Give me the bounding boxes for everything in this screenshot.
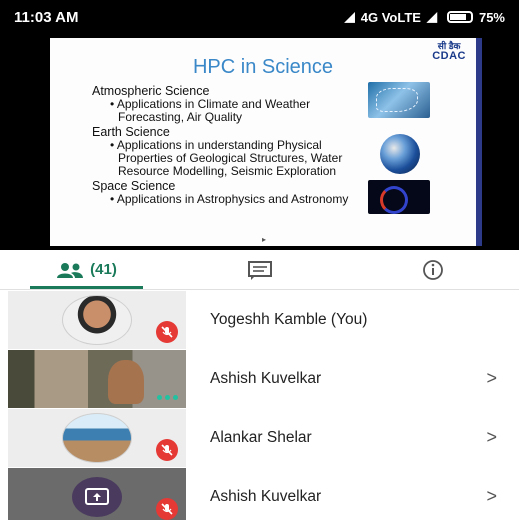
- participant-name: Yogeshh Kamble (You): [210, 311, 368, 328]
- people-icon: [57, 262, 84, 278]
- battery-icon: [446, 11, 473, 23]
- participant-name: Ashish Kuvelkar: [210, 370, 322, 387]
- battery-percent: 75%: [478, 9, 505, 25]
- tab-people[interactable]: (41): [0, 250, 173, 289]
- participant-row[interactable]: Alankar Shelar >: [0, 409, 519, 468]
- slide-bullet: • Applications in Astrophysics and Astro…: [110, 192, 349, 206]
- speaking-indicator-icon: [157, 395, 178, 400]
- participant-thumbnail: [8, 350, 186, 408]
- signal-icon: ◢: [344, 9, 355, 24]
- mic-off-icon: [156, 439, 178, 461]
- participant-row[interactable]: Ashish Kuvelkar >: [0, 350, 519, 409]
- slide-bullet: • Applications in Climate and Weather Fo…: [110, 97, 311, 124]
- participant-thumbnail: [8, 468, 186, 520]
- avatar: [62, 413, 132, 463]
- cursor-icon: ▸: [262, 235, 267, 244]
- chevron-right-icon[interactable]: >: [486, 368, 497, 389]
- signal-icon-2: ◢: [426, 9, 437, 24]
- slide-section: Atmospheric Science • Applications in Cl…: [92, 85, 372, 124]
- weather-map-image: [368, 82, 430, 118]
- tab-info[interactable]: [346, 250, 519, 289]
- slide-title: HPC in Science: [192, 56, 334, 78]
- slide-section: Space Science • Applications in Astrophy…: [92, 180, 372, 206]
- participant-list: Yogeshh Kamble (You) Ashish Kuvelkar > A…: [0, 291, 519, 520]
- info-icon: [422, 259, 443, 280]
- mic-off-icon: [156, 498, 178, 520]
- participant-row[interactable]: Ashish Kuvelkar >: [0, 468, 519, 520]
- chat-icon: [247, 260, 272, 280]
- presenting-icon: [72, 477, 122, 517]
- participant-row[interactable]: Yogeshh Kamble (You): [0, 291, 519, 350]
- slide-section: Earth Science • Applications in understa…: [92, 126, 372, 178]
- slide-body: Atmospheric Science • Applications in Cl…: [92, 83, 372, 206]
- slide-bullet: • Applications in understanding Physical…: [110, 138, 343, 178]
- earth-globe-image: [380, 134, 420, 174]
- status-bar: 11:03 AM ◢ 4G VoLTE ◢ 75%: [0, 0, 519, 34]
- chevron-right-icon[interactable]: >: [486, 486, 497, 507]
- status-time: 11:03 AM: [14, 8, 79, 26]
- shared-slide: सी डैक CDAC HPC in Science Atmospheric S…: [50, 38, 482, 246]
- participant-thumbnail: [8, 409, 186, 467]
- participant-thumbnail: [8, 291, 186, 349]
- presentation-view[interactable]: सी डैक CDAC HPC in Science Atmospheric S…: [0, 34, 519, 250]
- network-label: 4G VoLTE: [360, 9, 421, 25]
- participant-count: (41): [90, 261, 117, 278]
- mic-off-icon: [156, 321, 178, 343]
- avatar: [62, 295, 132, 345]
- meeting-tabs: (41): [0, 250, 519, 290]
- participant-name: Alankar Shelar: [210, 429, 312, 446]
- tab-chat[interactable]: [173, 250, 346, 289]
- status-indicators: ◢ 4G VoLTE ◢ 75%: [345, 9, 505, 25]
- space-image: [368, 180, 430, 214]
- chevron-right-icon[interactable]: >: [486, 427, 497, 448]
- participant-name: Ashish Kuvelkar: [210, 488, 322, 505]
